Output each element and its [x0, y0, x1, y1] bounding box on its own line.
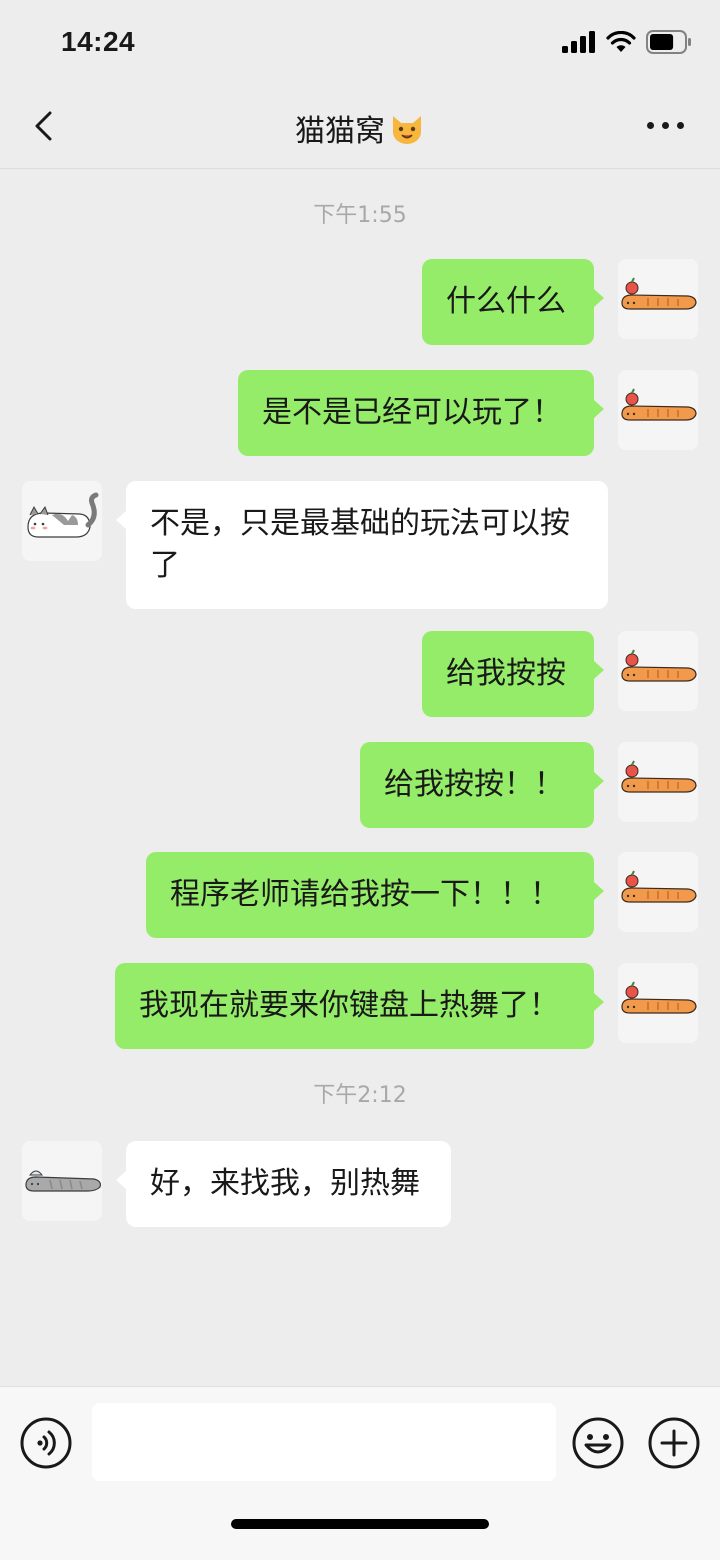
status-bar: 14:24	[0, 0, 720, 84]
message-bubble[interactable]: 好，来找我，别热舞	[116, 1141, 451, 1227]
my-avatar[interactable]	[618, 631, 698, 711]
emoji-icon[interactable]	[572, 1417, 624, 1469]
signal-icon	[562, 31, 595, 53]
incoming-message: 不是，只是最基础的玩法可以按了	[0, 481, 720, 609]
message-text: 好，来找我，别热舞	[150, 1166, 420, 1201]
message-bubble[interactable]: 什么什么	[422, 259, 604, 345]
home-indicator	[231, 1519, 489, 1529]
chat-title-text: 猫猫窝	[295, 114, 385, 149]
plus-icon[interactable]	[648, 1417, 700, 1469]
message-bubble[interactable]: 程序老师请给我按一下！！！	[146, 852, 604, 938]
chat-header: 猫猫窝	[0, 84, 720, 169]
message-input[interactable]	[92, 1403, 556, 1481]
outgoing-message: 程序老师请给我按一下！！！	[0, 852, 720, 938]
outgoing-message: 给我按按！！	[0, 742, 720, 828]
battery-icon	[646, 30, 691, 54]
contact-avatar[interactable]	[22, 481, 102, 561]
message-text: 我现在就要来你键盘上热舞了！	[139, 988, 559, 1023]
outgoing-message: 给我按按	[0, 631, 720, 717]
incoming-message: 好，来找我，别热舞	[0, 1141, 720, 1227]
outgoing-message: 什么什么	[0, 259, 720, 345]
message-bubble[interactable]: 我现在就要来你键盘上热舞了！	[115, 963, 604, 1049]
voice-icon[interactable]	[20, 1417, 72, 1469]
message-text: 什么什么	[446, 284, 566, 319]
message-text: 给我按按	[446, 656, 566, 691]
status-time: 14:24	[61, 26, 136, 57]
message-text: 是不是已经可以玩了！	[262, 395, 562, 430]
cat-face-icon	[389, 112, 425, 154]
message-bubble[interactable]: 是不是已经可以玩了！	[238, 370, 604, 456]
chat-title: 猫猫窝	[0, 106, 720, 154]
message-text: 给我按按！！	[384, 767, 564, 802]
outgoing-message: 是不是已经可以玩了！	[0, 370, 720, 456]
my-avatar[interactable]	[618, 852, 698, 932]
message-bubble[interactable]: 给我按按	[422, 631, 604, 717]
my-avatar[interactable]	[618, 259, 698, 339]
my-avatar[interactable]	[618, 370, 698, 450]
message-text: 不是，只是最基础的玩法可以按了	[150, 506, 570, 583]
timestamp: 下午1:55	[313, 203, 407, 228]
my-avatar[interactable]	[618, 963, 698, 1043]
message-list: 下午1:55 什么什么 是不是已经可以玩了！ 不是，只是最基础的玩法可以按了 给…	[0, 169, 720, 1385]
my-avatar[interactable]	[618, 742, 698, 822]
more-options-icon[interactable]	[647, 122, 684, 129]
outgoing-message: 我现在就要来你键盘上热舞了！	[0, 963, 720, 1049]
status-icons	[562, 30, 692, 54]
contact-avatar[interactable]	[22, 1141, 102, 1221]
message-bubble[interactable]: 给我按按！！	[360, 742, 604, 828]
input-bar	[0, 1386, 720, 1560]
timestamp: 下午2:12	[313, 1083, 407, 1108]
wifi-icon	[606, 31, 636, 52]
message-bubble[interactable]: 不是，只是最基础的玩法可以按了	[116, 481, 608, 609]
message-text: 程序老师请给我按一下！！！	[170, 877, 560, 912]
